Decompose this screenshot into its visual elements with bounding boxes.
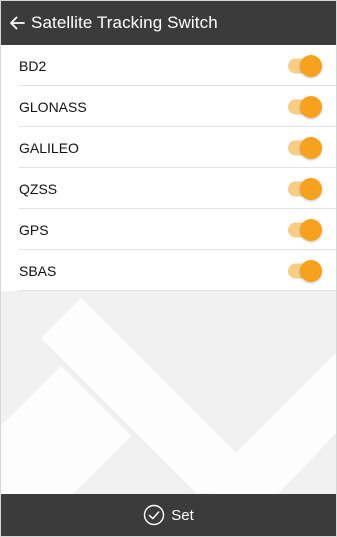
qzss-toggle[interactable]: [288, 177, 322, 200]
app-window: Satellite Tracking Switch BD2 GLONASS GA…: [0, 0, 337, 537]
satellite-label: GPS: [19, 221, 49, 238]
toggle-thumb: [300, 218, 322, 241]
satellite-row-gps: GPS: [1, 209, 336, 250]
satellite-label: SBAS: [19, 262, 57, 279]
toggle-thumb: [300, 136, 322, 159]
satellite-row-glonass: GLONASS: [1, 86, 336, 127]
set-button-label: Set: [171, 506, 194, 524]
arrow-left-icon[interactable]: [9, 15, 25, 31]
background-watermark: [1, 298, 336, 496]
page-title: Satellite Tracking Switch: [31, 13, 218, 32]
bd2-toggle[interactable]: [288, 54, 322, 77]
check-circle-icon: [143, 504, 165, 526]
satellite-row-galileo: GALILEO: [1, 127, 336, 168]
satellite-row-qzss: QZSS: [1, 168, 336, 209]
satellite-label: GLONASS: [19, 98, 87, 115]
toggle-thumb: [300, 54, 322, 77]
satellite-row-bd2: BD2: [1, 45, 336, 86]
galileo-toggle[interactable]: [288, 136, 322, 159]
glonass-toggle[interactable]: [288, 95, 322, 118]
satellite-label: GALILEO: [19, 139, 79, 156]
gps-toggle[interactable]: [288, 218, 322, 241]
satellite-list: BD2 GLONASS GALILEO QZSS GPS SBAS: [1, 45, 336, 291]
app-header: Satellite Tracking Switch: [1, 1, 336, 45]
set-button[interactable]: Set: [1, 494, 336, 536]
satellite-row-sbas: SBAS: [1, 250, 336, 291]
satellite-label: BD2: [19, 57, 47, 74]
satellite-label: QZSS: [19, 180, 58, 197]
toggle-thumb: [300, 95, 322, 118]
toggle-thumb: [300, 259, 322, 282]
sbas-toggle[interactable]: [288, 259, 322, 282]
toggle-thumb: [300, 177, 322, 200]
